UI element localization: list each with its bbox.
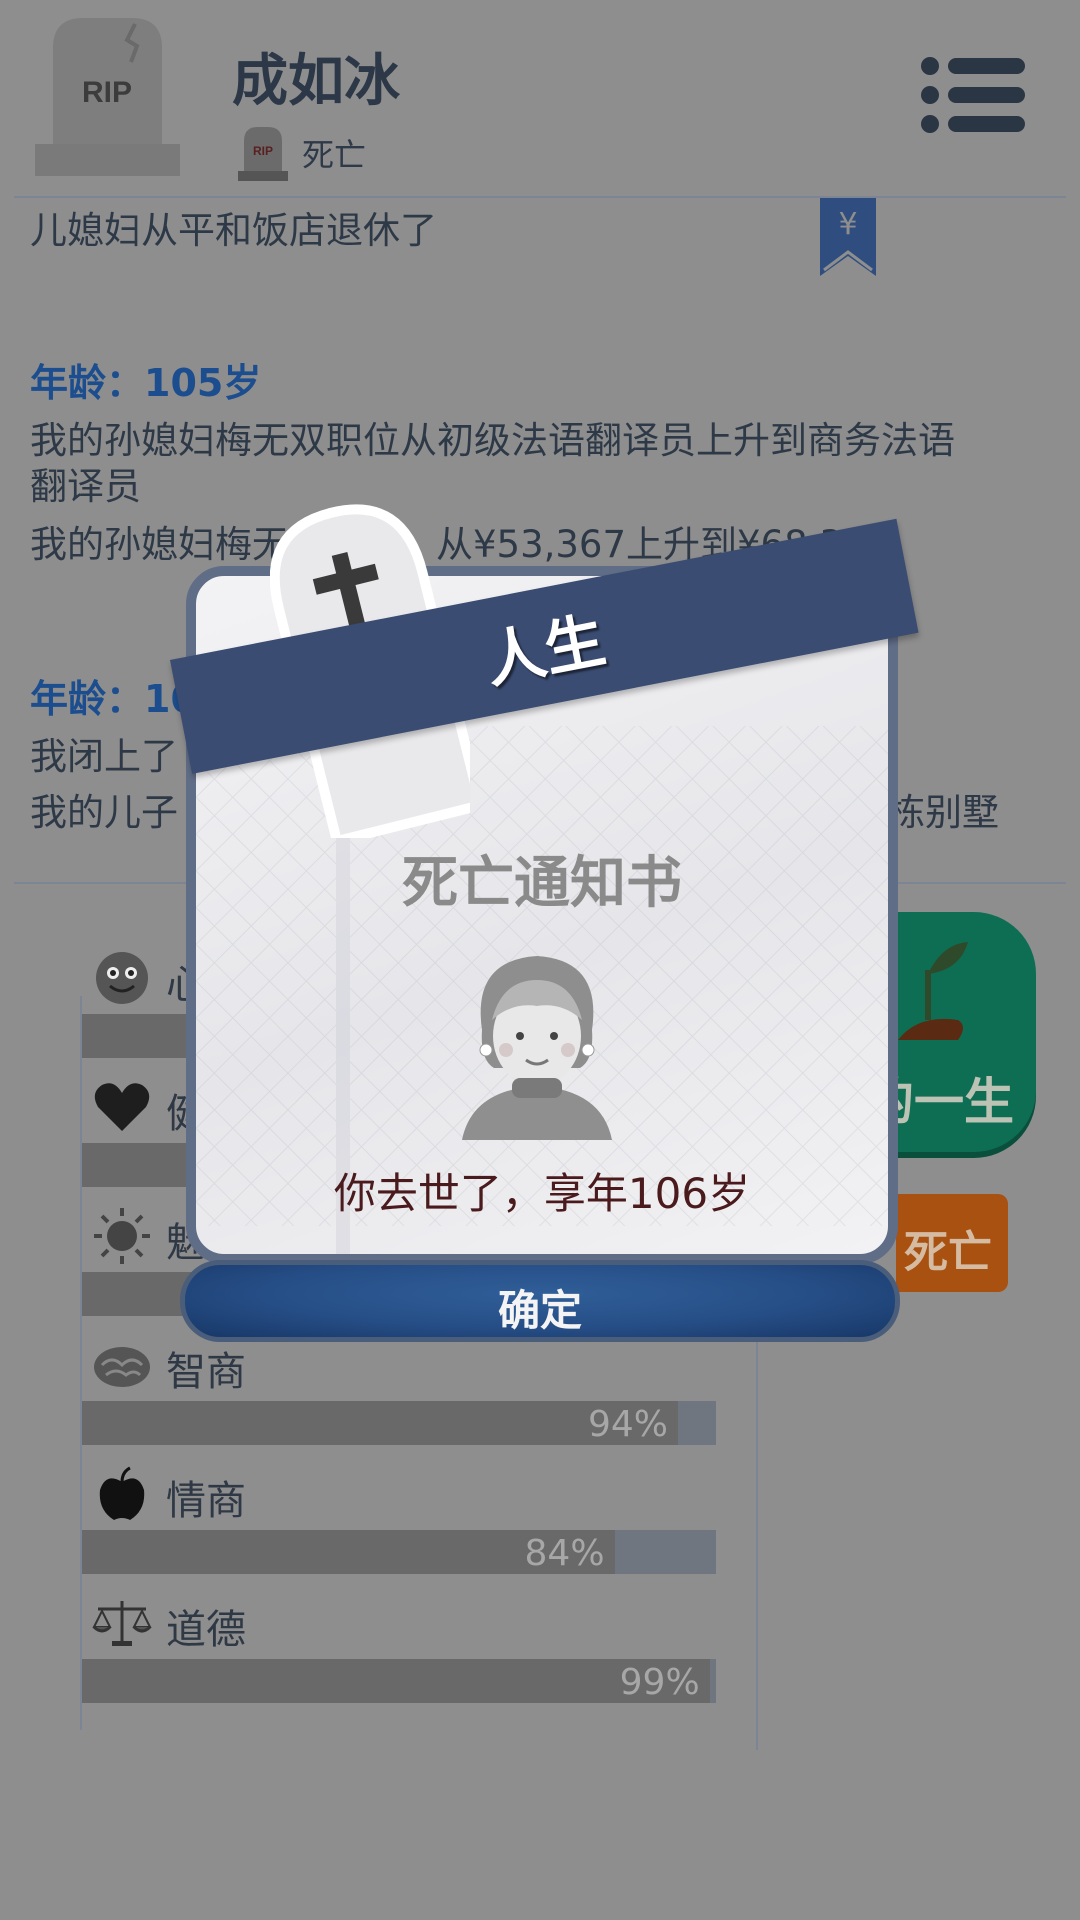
confirm-button[interactable]: 确定 <box>180 1260 900 1342</box>
heart-icon <box>94 1083 150 1131</box>
rip-tombstone-icon: RIP <box>35 18 180 176</box>
svg-text:RIP: RIP <box>253 144 273 158</box>
death-button[interactable]: 死亡 <box>896 1194 1008 1292</box>
log-line: 儿媳妇从平和饭店退休了 <box>30 209 437 252</box>
log-line: 我闭上了 <box>30 735 178 778</box>
stat-percent: 94% <box>587 1404 668 1445</box>
log-line: 翻译员 <box>30 465 141 508</box>
death-message: 你去世了，享年106岁 <box>333 1169 751 1218</box>
stat-bar: 99% <box>82 1659 716 1703</box>
status-indicator: RIP 死亡 <box>238 124 366 182</box>
stat-bar: 84% <box>82 1530 716 1574</box>
stat-bar-fill: 94% <box>82 1401 678 1445</box>
apple-icon <box>99 1466 145 1520</box>
status-text: 死亡 <box>302 136 367 174</box>
log-line: 栋别墅 <box>888 791 999 834</box>
stat-bar-fill: 84% <box>82 1530 615 1574</box>
svg-text:¥: ¥ <box>838 207 857 242</box>
scales-icon <box>92 1601 152 1646</box>
sun-icon <box>94 1208 150 1264</box>
svg-text:RIP: RIP <box>82 76 132 109</box>
stat-percent: 99% <box>619 1662 700 1703</box>
dialog-title: 死亡通知书 <box>402 851 682 916</box>
stats-left-border <box>80 996 82 1730</box>
small-tombstone-icon: RIP <box>238 127 288 181</box>
death-button-label: 死亡 <box>904 1227 992 1278</box>
smiley-face-icon <box>96 952 148 1004</box>
sprout-icon <box>898 942 968 1040</box>
age-heading: 年龄：105岁 <box>30 361 262 405</box>
character-name: 成如冰 <box>232 49 400 114</box>
log-line: 我的孙媳妇梅无 <box>30 523 289 566</box>
confirm-button-label: 确定 <box>497 1286 582 1335</box>
stat-label: 道德 <box>166 1607 246 1653</box>
stat-label: 智商 <box>166 1349 246 1395</box>
log-line: 我的儿子 <box>30 791 178 834</box>
stat-bar: 94% <box>82 1401 716 1445</box>
bookmark-money-icon[interactable]: ¥ <box>820 198 876 276</box>
log-line: 我的孙媳妇梅无双职位从初级法语翻译员上升到商务法语 <box>30 419 955 462</box>
age-heading: 年龄：10 <box>30 677 197 721</box>
stat-label: 情商 <box>166 1478 246 1524</box>
elderly-avatar <box>462 956 612 1140</box>
header-divider <box>14 196 1066 198</box>
menu-icon[interactable] <box>920 56 1025 134</box>
stat-percent: 84% <box>524 1533 605 1574</box>
brain-icon <box>94 1347 150 1387</box>
stat-bar-fill: 99% <box>82 1659 710 1703</box>
